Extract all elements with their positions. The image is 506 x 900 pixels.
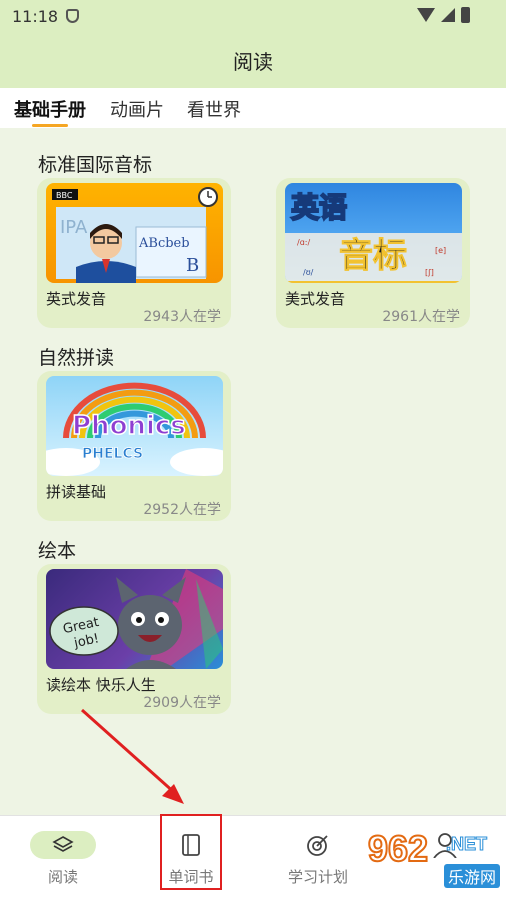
- card-thumbnail: Phonics PHELCS: [46, 376, 223, 476]
- course-card-phonics[interactable]: Phonics PHELCS 拼读基础 2952人在学: [37, 371, 231, 521]
- signal-icon: [441, 8, 455, 22]
- learner-count: 2909人在学: [143, 695, 221, 711]
- wifi-icon: [417, 8, 435, 22]
- phonics-title: Phonics: [72, 411, 186, 441]
- target-icon: [307, 835, 328, 856]
- card-title: 美式发音: [285, 290, 346, 308]
- nav-study-plan[interactable]: 学习计划: [282, 816, 354, 900]
- svg-text:/ɑ:/: /ɑ:/: [297, 238, 310, 247]
- section-title-phonetic: 标准国际音标: [38, 154, 153, 176]
- active-tab-indicator: [32, 124, 68, 127]
- tab-animation[interactable]: 动画片: [110, 96, 164, 122]
- page-title: 阅读: [233, 49, 273, 74]
- status-bar: 11:18: [0, 0, 506, 32]
- shield-icon: [66, 9, 79, 23]
- nav-label: 学习计划: [287, 868, 348, 886]
- highlight-box: [160, 814, 222, 890]
- card-thumbnail: 英语 音标 /ɑ:/ [e] [ʃ] /ʊ/: [285, 183, 462, 283]
- course-card-british[interactable]: BBC IPA ABcbeb B 英式发音 2943人在学: [37, 178, 231, 328]
- site-watermark-logo: 962 .NET 乐游网: [367, 824, 500, 896]
- nav-reading[interactable]: 阅读: [30, 816, 96, 900]
- section-title-phonics: 自然拼读: [38, 347, 115, 369]
- svg-text:/ʊ/: /ʊ/: [303, 268, 314, 277]
- card-title: 读绘本 快乐人生: [46, 676, 156, 694]
- learner-count: 2952人在学: [143, 502, 221, 518]
- card-thumbnail: BBC IPA ABcbeb B: [46, 183, 223, 283]
- layers-icon: [30, 831, 96, 859]
- status-time: 11:18: [12, 7, 59, 26]
- annotation-arrow: [81, 708, 184, 804]
- nav-label: 阅读: [47, 868, 78, 886]
- battery-icon: [461, 7, 470, 23]
- svg-text:B: B: [186, 255, 199, 276]
- header: 阅读: [0, 32, 506, 88]
- phonetic-label: 音标: [339, 236, 407, 276]
- english-label: 英语: [291, 191, 347, 224]
- card-title: 拼读基础: [46, 483, 107, 501]
- learner-count: 2961人在学: [382, 309, 460, 325]
- phonics-subtitle: PHELCS: [82, 446, 143, 462]
- ipa-board-text: IPA: [60, 217, 88, 238]
- svg-text:[e]: [e]: [435, 246, 446, 255]
- section-title-picture-book: 绘本: [38, 540, 77, 562]
- tab-basic-manual[interactable]: 基础手册: [14, 96, 86, 122]
- tab-bar: 基础手册 动画片 看世界: [0, 88, 506, 128]
- tab-see-world[interactable]: 看世界: [187, 96, 241, 122]
- card-title: 英式发音: [46, 290, 107, 308]
- bbc-logo-text: BBC: [56, 191, 73, 200]
- course-card-american[interactable]: 英语 音标 /ɑ:/ [e] [ʃ] /ʊ/ 美式发音 2961人在学: [276, 178, 470, 328]
- system-icons: [417, 7, 470, 23]
- learner-count: 2943人在学: [143, 309, 221, 325]
- svg-text:[ʃ]: [ʃ]: [425, 268, 434, 277]
- course-card-picture-book[interactable]: Great job! 读绘本 快乐人生 2909人在学: [37, 564, 231, 714]
- card-thumbnail: Great job!: [46, 569, 223, 669]
- letters-board-text: ABcbeb: [138, 236, 190, 251]
